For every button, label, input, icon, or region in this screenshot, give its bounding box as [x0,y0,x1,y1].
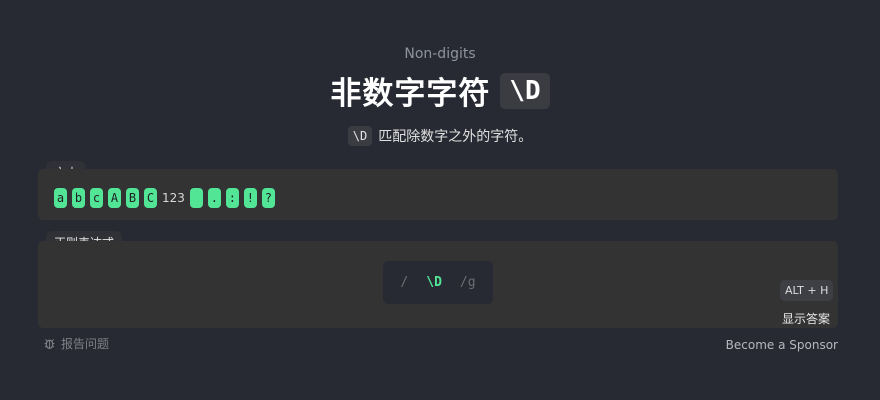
regex-input[interactable]: \D [426,275,442,290]
regex-flags[interactable]: /g [460,275,476,290]
lesson-description: \D 匹配除数字之外的字符。 [0,126,880,146]
regex-panel: / \D /g [38,241,838,328]
match-highlight [189,188,203,208]
description-code: \D [347,126,373,146]
match-highlight: a [54,188,67,208]
lesson-subtitle: Non-digits [404,46,476,62]
bug-icon [44,339,55,349]
match-highlight: C [144,188,157,208]
lesson-title-row: 非数字字符 \D [0,68,880,113]
become-sponsor-link[interactable]: Become a Sponsor [726,338,838,352]
shortcut-key-hint: ALT + H [780,280,834,301]
match-highlight: ? [261,188,275,208]
match-highlight: . [207,188,221,208]
lesson-title-code: \D [500,72,550,109]
regex-open-slash: / [400,275,409,290]
match-highlight: b [72,188,85,208]
sample-text: a b c A B C 123 .:!? [54,188,275,208]
match-highlight: : [225,188,239,208]
lesson-title: 非数字字符 [330,76,491,112]
report-issue-link[interactable]: 报告问题 [43,335,109,352]
match-highlight: A [108,188,121,208]
description-text: 匹配除数字之外的字符。 [378,129,533,145]
report-issue-label: 报告问题 [61,337,110,351]
match-highlight: B [126,188,139,208]
show-answer-button[interactable]: 显示答案 [782,310,830,327]
regex-input-box[interactable]: / \D /g [383,261,493,304]
unmatched-text: 123 [162,191,185,205]
text-panel: a b c A B C 123 .:!? [38,169,838,220]
match-highlight: c [90,188,103,208]
match-highlight: ! [243,188,257,208]
